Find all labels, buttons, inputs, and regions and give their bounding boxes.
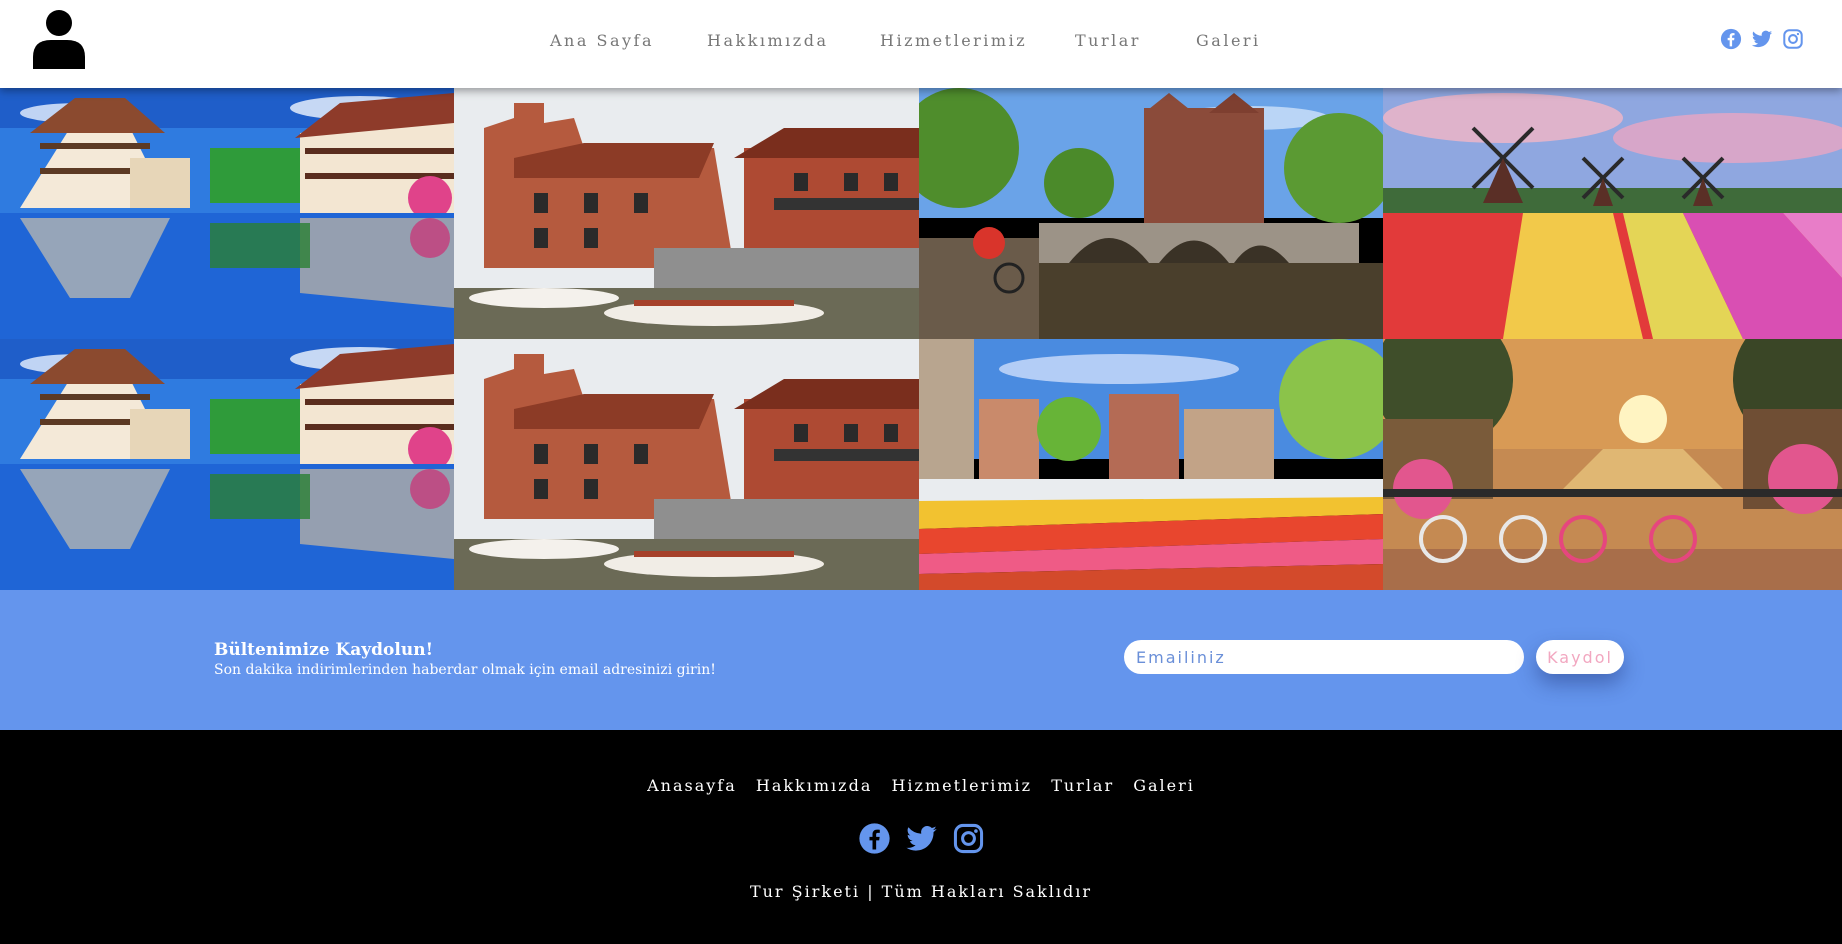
header-social-links [1720,28,1804,50]
main-nav: Ana Sayfa Hakkımızda Hizmetlerimiz Turla… [0,0,1842,82]
instagram-icon[interactable] [1782,28,1804,50]
nav-ana-sayfa[interactable]: Ana Sayfa [550,31,654,50]
copyright-text: Tur Şirketi | Tüm Hakları Saklıdır [749,882,1093,901]
twitter-icon[interactable] [905,822,938,855]
newsletter-section: Bültenimize Kaydolun! Son dakika indirim… [0,590,1842,730]
facebook-icon[interactable] [858,822,891,855]
gallery-image-tulip-market[interactable] [919,339,1383,590]
nav-hakkimizda[interactable]: Hakkımızda [707,31,829,50]
nav-hizmetlerimiz[interactable]: Hizmetlerimiz [880,31,1027,50]
nav-turlar[interactable]: Turlar [1075,31,1141,50]
gallery-image-bicycles-sunset[interactable] [1383,339,1842,590]
gallery-image-windmills[interactable] [1383,88,1842,339]
subscribe-button[interactable]: Kaydol [1536,640,1624,674]
newsletter-title: Bültenimize Kaydolun! [214,640,434,660]
gallery-image-bruges[interactable] [454,88,919,339]
footer-link-anasayfa[interactable]: Anasayfa [647,776,737,795]
footer-link-turlar[interactable]: Turlar [1051,776,1114,795]
photo-gallery [0,88,1842,590]
nav-galeri[interactable]: Galeri [1196,31,1261,50]
newsletter-subtitle: Son dakika indirimlerinden haberdar olma… [214,662,716,678]
footer-nav: Anasayfa Hakkımızda Hizmetlerimiz Turlar… [0,776,1842,795]
footer-link-hakkimizda[interactable]: Hakkımızda [756,776,873,795]
gallery-image-bruges-2[interactable] [454,339,919,590]
gallery-image-amsterdam-bridge[interactable] [919,88,1383,339]
instagram-icon[interactable] [952,822,985,855]
site-footer: Anasayfa Hakkımızda Hizmetlerimiz Turlar… [0,730,1842,944]
gallery-image-strasbourg[interactable] [0,88,454,339]
twitter-icon[interactable] [1751,28,1773,50]
gallery-image-strasbourg-2[interactable] [0,339,454,590]
facebook-icon[interactable] [1720,28,1742,50]
footer-link-hizmetlerimiz[interactable]: Hizmetlerimiz [891,776,1032,795]
email-input[interactable] [1124,640,1524,674]
footer-link-galeri[interactable]: Galeri [1133,776,1195,795]
site-header: Ana Sayfa Hakkımızda Hizmetlerimiz Turla… [0,0,1842,88]
footer-social-links [0,822,1842,855]
